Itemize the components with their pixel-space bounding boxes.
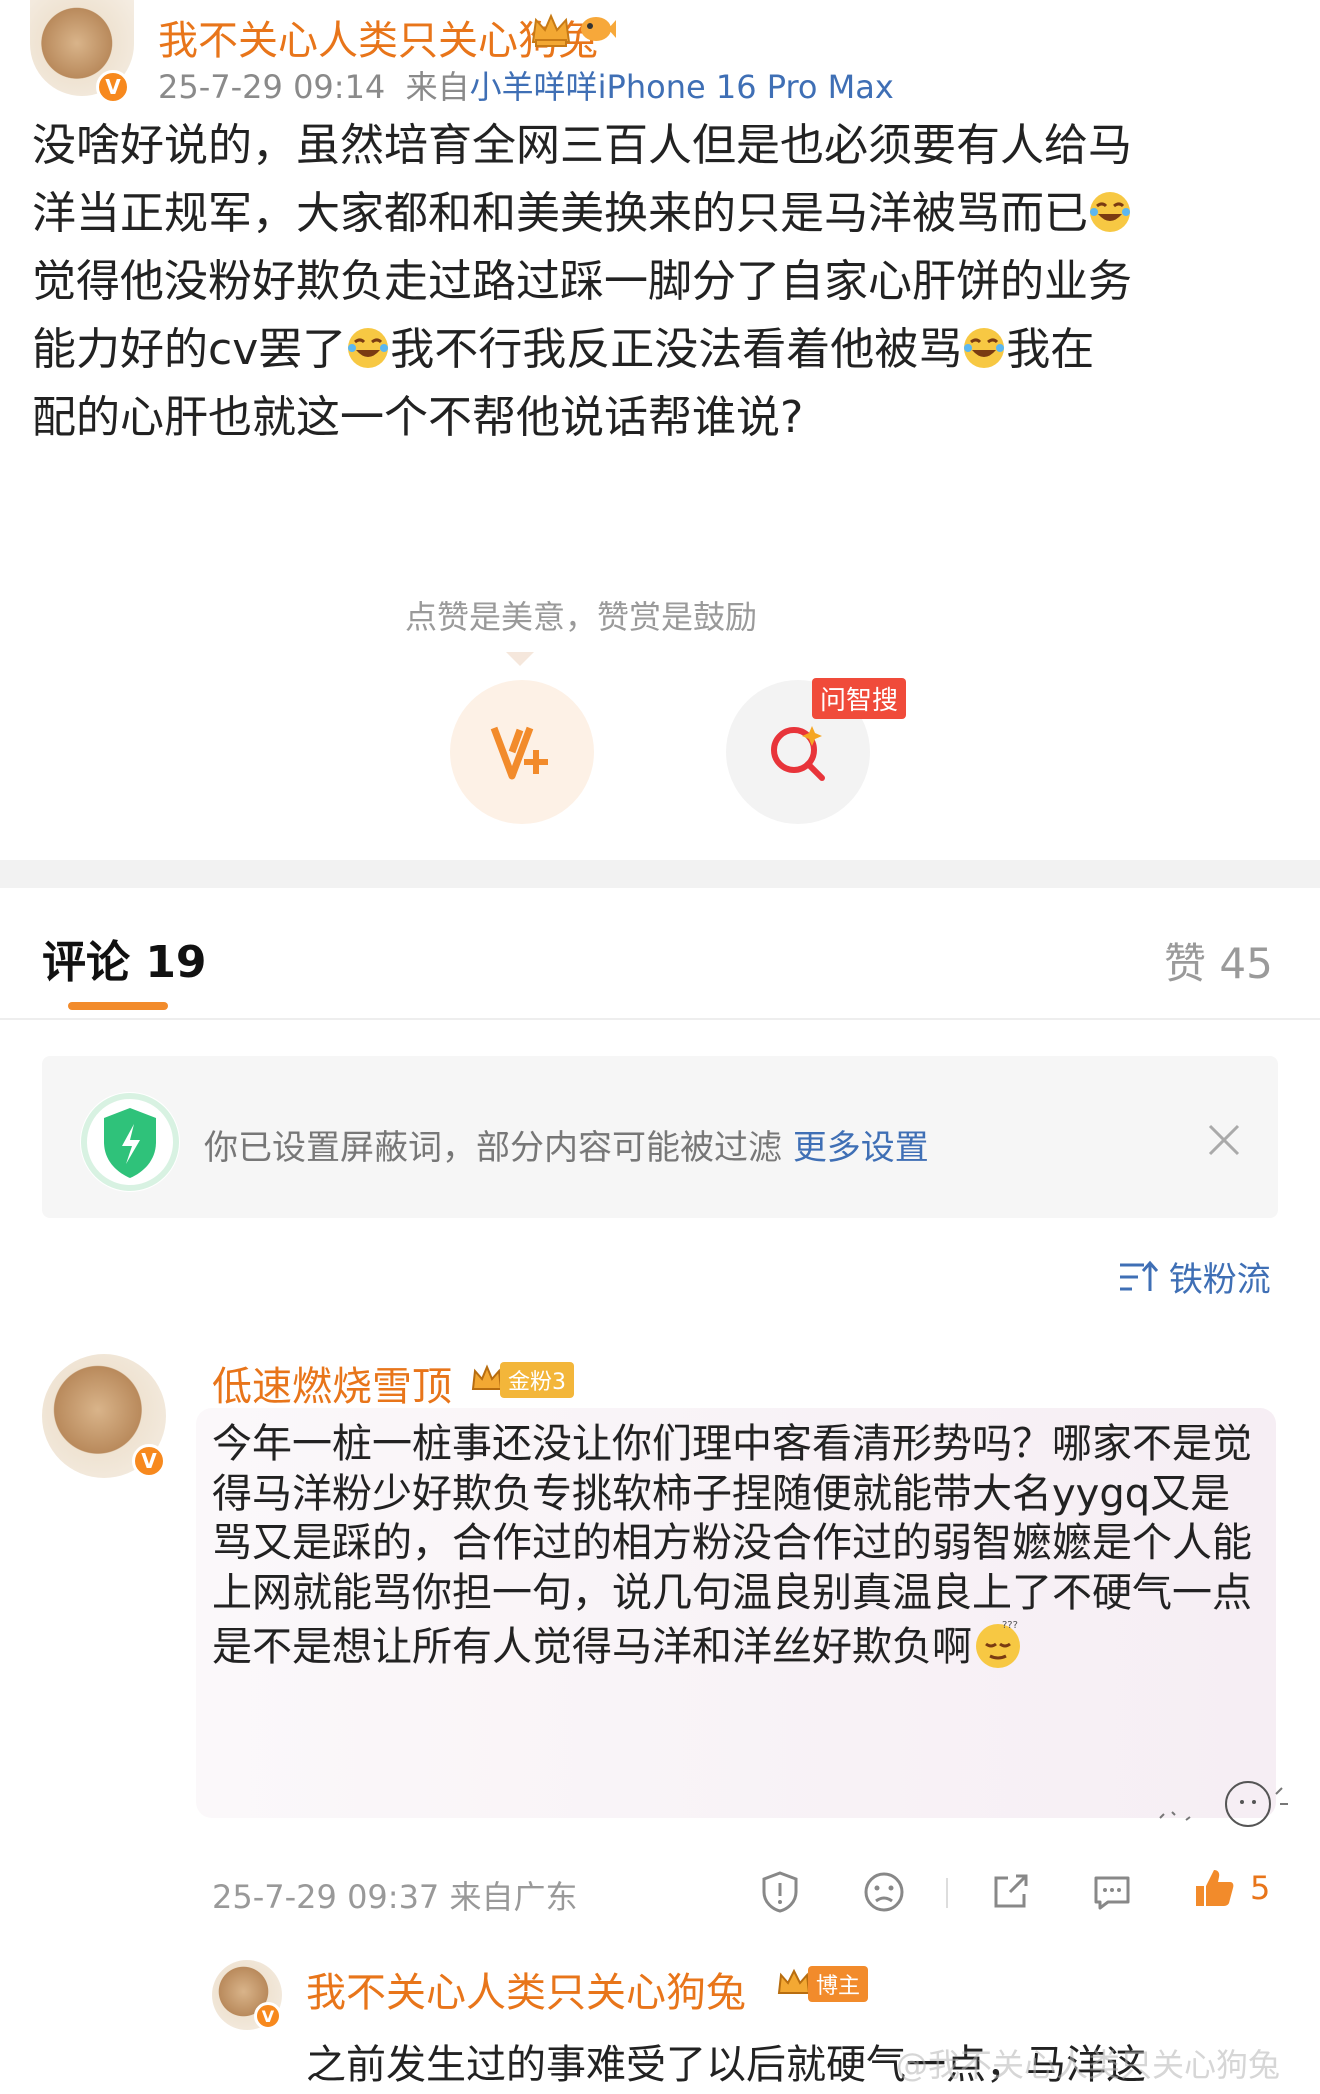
watermark: @我不关心人类只关心狗兔 <box>896 2046 1281 2084</box>
verified-badge-icon: V <box>96 70 130 104</box>
filter-notice-text: 你已设置屏蔽词，部分内容可能被过滤 更多设置 <box>204 1128 929 1168</box>
post-line: 洋当正规军，大家都和和美美换来的只是马洋被骂而已 <box>32 180 1272 248</box>
report-button[interactable] <box>758 1870 802 1918</box>
shield-icon <box>78 1090 182 1198</box>
fan-crown-icon <box>471 1364 503 1390</box>
post-meta: 25-7-29 09:14 来自小羊咩咩iPhone 16 Pro Max <box>158 62 894 108</box>
action-divider <box>946 1878 948 1908</box>
share-button[interactable] <box>988 1870 1032 1918</box>
search-spark-icon <box>771 726 825 781</box>
comment-timestamp: 25-7-29 09:37 <box>212 1878 440 1916</box>
post-line: 能力好的cv罢了 我不行我反正没法看着他被骂 我在 <box>32 322 1095 375</box>
doodle-sticker-icon <box>1152 1774 1292 1838</box>
post-line: 配的心肝也就这一个不帮他说话帮谁说? <box>32 392 804 443</box>
comment-location: 来自广东 <box>449 1878 578 1916</box>
reply-button[interactable] <box>1090 1870 1134 1918</box>
like-button[interactable]: 5 <box>1192 1866 1270 1910</box>
tab-comments[interactable]: 评论 19 <box>42 926 207 990</box>
sort-icon <box>1120 1260 1159 1291</box>
reward-v-plus-icon <box>490 726 548 780</box>
laugh-cry-emoji-icon <box>1088 186 1132 232</box>
post-line: 没啥好说的，虽然培育全网三百人但是也必须要有人给马 <box>32 120 1132 171</box>
post-source[interactable]: 小羊咩咩iPhone 16 Pro Max <box>470 68 894 106</box>
hint-pointer <box>506 652 534 666</box>
blogger-badge: 博主 <box>776 1966 869 2002</box>
likes-total[interactable]: 赞 45 <box>1164 930 1273 991</box>
verified-badge-icon: V <box>254 2002 282 2030</box>
svg-text:???: ??? <box>1002 1620 1018 1631</box>
reward-hint: 点赞是美意，赞赏是鼓励 <box>405 598 758 636</box>
dislike-button[interactable] <box>862 1870 906 1918</box>
comment-bubble-icon <box>1094 1876 1130 1910</box>
fish-icon <box>578 12 616 50</box>
laugh-cry-emoji-icon <box>962 322 1006 368</box>
comment-username[interactable]: 低速燃烧雪顶 <box>212 1354 452 1412</box>
verified-badge-icon: V <box>132 1444 166 1478</box>
tab-active-indicator <box>68 1002 168 1010</box>
post-timestamp: 25-7-29 09:14 <box>158 68 386 106</box>
share-icon <box>994 1874 1028 1908</box>
like-count: 5 <box>1250 1869 1271 1907</box>
laugh-cry-emoji-icon <box>346 322 390 368</box>
comment-text: 今年一桩一桩事还没让你们理中客看清形势吗？哪家不是觉得马洋粉少好欺负专挑软柿子捏… <box>212 1421 1252 1670</box>
report-icon <box>762 1871 798 1913</box>
ask-tag[interactable]: 问智搜 <box>812 678 907 719</box>
reward-button[interactable] <box>450 680 594 824</box>
fan-badge: 金粉3 <box>470 1362 574 1398</box>
thumbs-up-icon <box>1196 1870 1234 1906</box>
blogger-crown-icon <box>777 1968 811 1994</box>
close-icon[interactable] <box>1206 1122 1242 1162</box>
more-settings-link[interactable]: 更多设置 <box>793 1128 929 1168</box>
source-prefix: 来自 <box>405 68 470 106</box>
reply-username[interactable]: 我不关心人类只关心狗兔 <box>306 1960 746 2018</box>
crown-icon <box>530 12 572 52</box>
sort-button[interactable]: 铁粉流 <box>1118 1252 1271 1301</box>
header-divider <box>0 1018 1320 1020</box>
section-divider <box>0 860 1320 888</box>
post-line: 觉得他没粉好欺负走过路过踩一脚分了自家心肝饼的业务 <box>32 256 1132 307</box>
comment-meta: 25-7-29 09:37 来自广东 <box>212 1872 577 1918</box>
dizzy-emoji-icon: ??? <box>972 1618 1024 1670</box>
frown-face-icon <box>864 1872 904 1912</box>
post-text: 没啥好说的，虽然培育全网三百人但是也必须要有人给马 洋当正规军，大家都和和美美换… <box>32 112 1272 452</box>
